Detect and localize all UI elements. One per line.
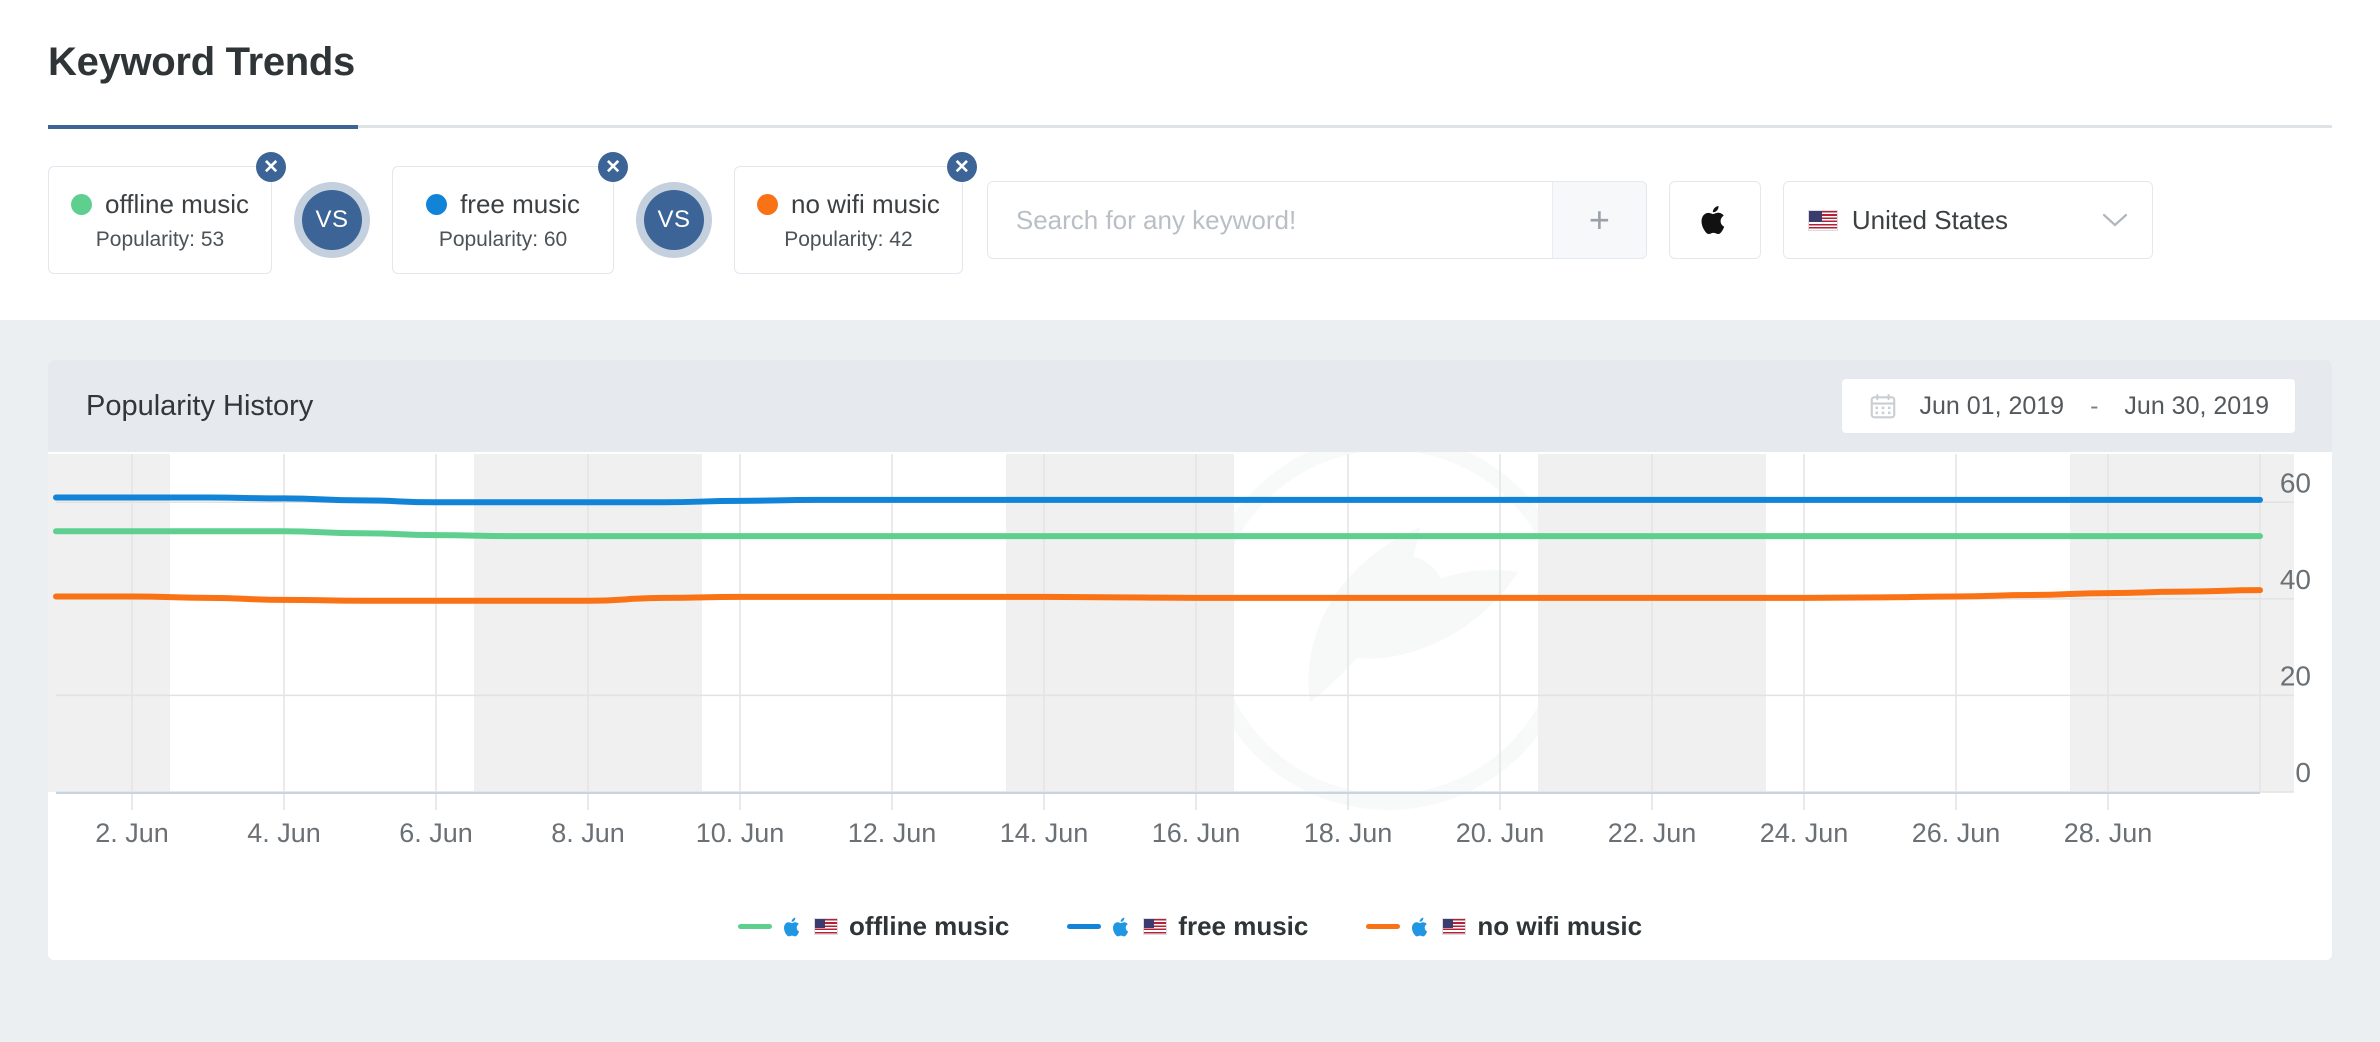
vs-badge-1: VS xyxy=(294,182,371,258)
legend-color-dash xyxy=(1067,924,1102,929)
svg-text:28. Jun: 28. Jun xyxy=(2064,818,2153,848)
us-flag-icon xyxy=(1143,918,1168,935)
apple-icon xyxy=(1701,206,1725,235)
page-title: Keyword Trends xyxy=(48,40,355,84)
keyword-name-line: offline music xyxy=(71,189,249,220)
popularity-history-panel: Popularity History Jun 01, 2019 - Jun 30… xyxy=(48,360,2332,960)
svg-text:20: 20 xyxy=(2280,660,2311,691)
keyword-color-dot xyxy=(71,193,92,215)
keyword-card-offline-music[interactable]: ✕ offline music Popularity: 53 xyxy=(48,152,287,274)
svg-text:12. Jun: 12. Jun xyxy=(848,818,937,848)
apple-icon xyxy=(783,917,800,936)
apple-icon xyxy=(1412,917,1428,936)
svg-text:26. Jun: 26. Jun xyxy=(1912,818,2001,848)
keyword-search-group: + xyxy=(986,181,1647,259)
vs-label: VS xyxy=(644,190,705,250)
chart-plot-area[interactable]: 0 20 40 60 2. Jun 4. Jun 6. Jun 8. Jun 10. Jun 1… xyxy=(48,452,2332,960)
legend-label: free music xyxy=(1178,911,1309,941)
keyword-popularity: Popularity: 60 xyxy=(438,227,568,251)
date-range-picker[interactable]: Jun 01, 2019 - Jun 30, 2019 xyxy=(1840,378,2296,434)
country-select[interactable]: United States xyxy=(1782,181,2153,259)
legend-item-free-music[interactable]: free music xyxy=(1067,911,1308,942)
legend-item-no-wifi-music[interactable]: no wifi music xyxy=(1366,911,1642,942)
keyword-name: offline music xyxy=(105,188,250,219)
vs-label: VS xyxy=(302,190,363,250)
legend-label: no wifi music xyxy=(1477,911,1643,941)
remove-keyword-button[interactable]: ✕ xyxy=(946,152,977,182)
date-range-end: Jun 30, 2019 xyxy=(2124,391,2269,420)
us-flag-icon xyxy=(1807,209,1838,231)
country-name: United States xyxy=(1851,204,2008,235)
keyword-name: no wifi music xyxy=(791,188,940,219)
chevron-down-icon xyxy=(2102,213,2127,227)
legend-color-dash xyxy=(737,924,772,929)
svg-text:8. Jun: 8. Jun xyxy=(551,818,625,848)
svg-text:18. Jun: 18. Jun xyxy=(1304,818,1393,848)
vs-badge-2: VS xyxy=(636,182,713,258)
keyword-card-no-wifi-music[interactable]: ✕ no wifi music Popularity: 42 xyxy=(734,152,977,274)
title-underline-rule xyxy=(48,125,2332,129)
search-input[interactable] xyxy=(987,182,1552,258)
us-flag-icon xyxy=(1442,918,1467,935)
remove-keyword-button[interactable]: ✕ xyxy=(256,152,287,182)
chart-header: Popularity History Jun 01, 2019 - Jun 30… xyxy=(48,360,2332,452)
weekend-bands xyxy=(48,454,2294,792)
popularity-line-chart[interactable]: 0 20 40 60 2. Jun 4. Jun 6. Jun 8. Jun 10. Jun 1… xyxy=(48,452,2332,960)
keyword-card-free-music[interactable]: ✕ free music Popularity: 60 xyxy=(392,152,629,274)
svg-text:14. Jun: 14. Jun xyxy=(1000,818,1089,848)
keyword-cards-row: ✕ offline music Popularity: 53 VS ✕ free… xyxy=(48,152,2153,280)
calendar-icon xyxy=(1870,393,1895,419)
svg-text:22. Jun: 22. Jun xyxy=(1608,818,1697,848)
legend-item-offline-music[interactable]: offline music xyxy=(737,911,1010,942)
keyword-color-dot xyxy=(757,193,779,215)
panel-gap xyxy=(0,320,2380,360)
keyword-name-line: free music xyxy=(426,189,580,220)
chart-legend: offline music free music no wifi music xyxy=(48,911,2332,942)
svg-text:6. Jun: 6. Jun xyxy=(399,818,473,848)
chart-title: Popularity History xyxy=(86,389,314,422)
us-flag-icon xyxy=(813,918,838,935)
svg-text:60: 60 xyxy=(2280,467,2311,498)
svg-text:16. Jun: 16. Jun xyxy=(1152,818,1241,848)
date-range-start: Jun 01, 2019 xyxy=(1919,391,2065,420)
keyword-popularity: Popularity: 42 xyxy=(784,227,913,251)
keyword-name: free music xyxy=(460,188,580,219)
watermark-logo xyxy=(1200,452,1576,810)
keyword-name-line: no wifi music xyxy=(757,189,940,220)
svg-text:24. Jun: 24. Jun xyxy=(1760,818,1849,848)
title-underline-active xyxy=(48,125,358,129)
remove-keyword-button[interactable]: ✕ xyxy=(598,152,629,182)
svg-text:40: 40 xyxy=(2280,564,2311,595)
svg-text:10. Jun: 10. Jun xyxy=(696,818,785,848)
date-range-separator: - xyxy=(2090,391,2099,420)
svg-text:20. Jun: 20. Jun xyxy=(1456,818,1545,848)
keyword-popularity: Popularity: 53 xyxy=(95,227,225,251)
keyword-color-dot xyxy=(426,193,448,215)
app-store-toggle-button[interactable] xyxy=(1668,181,1761,259)
svg-text:4. Jun: 4. Jun xyxy=(247,818,321,848)
x-axis-labels: 2. Jun 4. Jun 6. Jun 8. Jun 10. Jun 12. Jun 14… xyxy=(95,793,2152,848)
legend-label: offline music xyxy=(848,911,1010,941)
add-keyword-button[interactable]: + xyxy=(1551,182,1646,258)
legend-color-dash xyxy=(1366,924,1401,929)
keyword-trends-panel: Keyword Trends ✕ offline music Popularit… xyxy=(0,0,2380,320)
apple-icon xyxy=(1113,917,1129,936)
svg-text:2. Jun: 2. Jun xyxy=(95,818,169,848)
svg-text:0: 0 xyxy=(2295,757,2311,788)
